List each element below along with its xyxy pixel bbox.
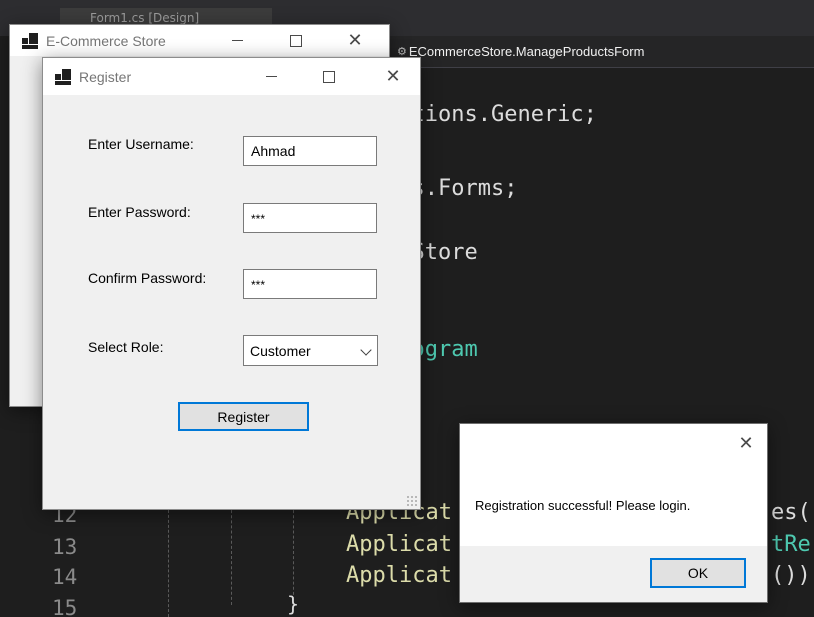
maximize-icon	[290, 34, 302, 47]
message-box-titlebar[interactable]: ✕	[460, 424, 767, 464]
close-button[interactable]: ✕	[370, 58, 416, 95]
line-number: 14	[52, 565, 78, 589]
role-select-value: Customer	[250, 342, 311, 359]
indent-guide	[293, 505, 294, 600]
chevron-down-icon	[360, 344, 372, 356]
role-label: Select Role:	[88, 339, 164, 355]
close-button[interactable]: ✕	[725, 424, 767, 464]
message-button-area: OK	[460, 546, 767, 602]
minimize-icon	[265, 76, 277, 77]
ide-navbar-class-name: ECommerceStore.ManageProductsForm	[408, 44, 645, 59]
minimize-button[interactable]	[248, 58, 294, 95]
indent-guide	[168, 505, 169, 617]
maximize-icon	[323, 70, 335, 83]
confirm-password-input[interactable]	[243, 269, 377, 299]
close-button[interactable]: ✕	[332, 25, 378, 56]
line-number: 15	[52, 596, 78, 617]
indent-guide	[231, 505, 232, 605]
password-label: Enter Password:	[88, 204, 191, 220]
register-window[interactable]: Register ✕ Enter Username: Enter Passwor…	[42, 57, 421, 510]
ide-navigation-bar[interactable]: ⚙ ECommerceStore.ManageProductsForm	[385, 36, 814, 68]
code-application-call: Applicat	[346, 563, 452, 588]
username-input[interactable]	[243, 136, 377, 166]
message-body: Registration successful! Please login.	[460, 464, 767, 547]
line-number: 13	[52, 535, 78, 559]
ok-button[interactable]: OK	[650, 558, 746, 588]
register-button[interactable]: Register	[178, 402, 309, 431]
close-icon: ✕	[738, 433, 754, 454]
password-input[interactable]	[243, 203, 377, 233]
confirm-password-label: Confirm Password:	[88, 270, 207, 286]
register-window-title: Register	[79, 68, 132, 85]
code-application-call-suffix: ())	[771, 563, 811, 588]
minimize-button[interactable]	[214, 25, 260, 56]
close-icon: ✕	[385, 65, 401, 87]
role-select[interactable]: Customer	[243, 335, 378, 366]
close-icon: ✕	[347, 29, 363, 51]
message-box[interactable]: ✕ Registration successful! Please login.…	[459, 423, 768, 603]
code-closing-brace: }	[287, 592, 300, 616]
register-window-titlebar[interactable]: Register ✕	[43, 58, 420, 95]
resize-grip[interactable]	[406, 495, 418, 507]
maximize-button[interactable]	[306, 58, 352, 95]
code-application-call-suffix: tRe	[771, 532, 811, 557]
main-window-titlebar[interactable]: E-Commerce Store ✕	[10, 25, 389, 56]
code-application-call: Applicat	[346, 532, 452, 557]
message-text: Registration successful! Please login.	[475, 498, 691, 513]
app-icon	[22, 32, 38, 49]
minimize-icon	[231, 40, 243, 41]
app-icon	[55, 68, 71, 85]
maximize-button[interactable]	[273, 25, 319, 56]
main-window-title: E-Commerce Store	[46, 32, 166, 49]
username-label: Enter Username:	[88, 136, 194, 152]
code-application-call-suffix: es(	[771, 500, 811, 525]
